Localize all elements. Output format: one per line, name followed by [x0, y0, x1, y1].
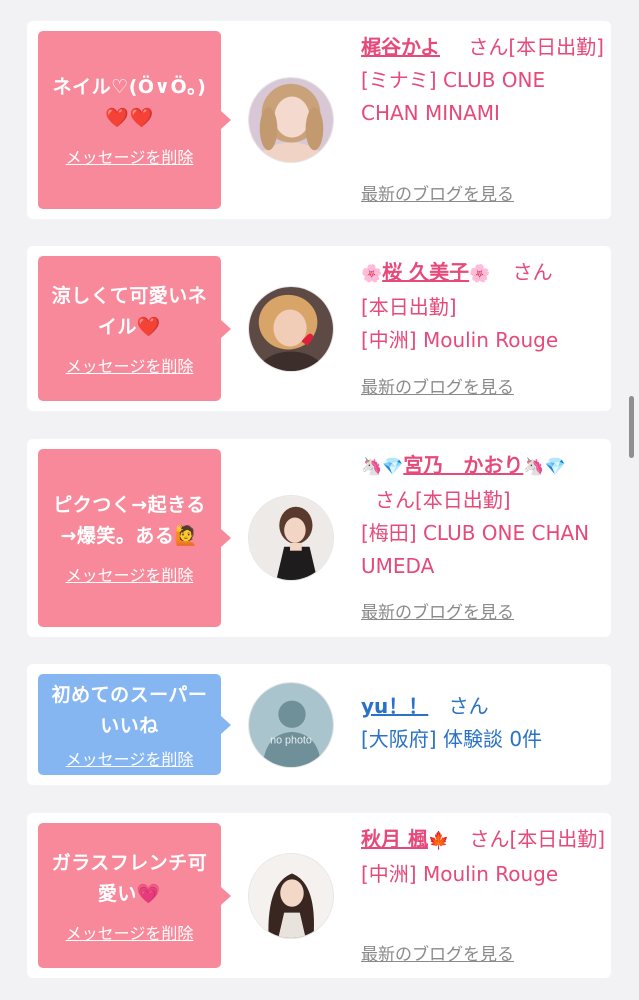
message-text: ガラスフレンチ可愛い💗: [51, 851, 208, 905]
message-bubble: ピクつく→起きる→爆笑。ある🙋 メッセージを削除: [38, 449, 231, 627]
status-text: [本日出勤]: [508, 35, 604, 59]
no-photo-text: no photo: [270, 735, 312, 747]
shop-text: [中洲] Moulin Rouge: [361, 862, 559, 886]
cast-info: yu！！ さん [大阪府] 体験談 0件: [361, 690, 606, 756]
cast-name-text: 桜 久美子: [382, 260, 470, 284]
message-text: 初めてのスーパーいいね: [51, 683, 208, 737]
name-suffix-emoji: 🍁: [427, 831, 450, 851]
status-text: [本日出勤]: [415, 488, 511, 512]
list-item: 初めてのスーパーいいね メッセージを削除 no photo yu！！ さん [大…: [27, 664, 611, 785]
avatar[interactable]: [248, 286, 334, 372]
avatar[interactable]: no photo: [248, 682, 334, 768]
status-text: [本日出勤]: [509, 827, 606, 851]
woman-side-photo-icon: [249, 496, 333, 580]
cast-name-text: 秋月 楓: [361, 827, 428, 851]
delete-message-link[interactable]: メッセージを削除: [66, 353, 194, 377]
woman-heart-photo-icon: [249, 287, 333, 371]
woman-blonde-photo-icon: [249, 78, 333, 162]
list-item: 涼しくて可愛いネイル❤️ メッセージを削除 🌸桜 久美子🌸 さん [本日出勤] …: [27, 246, 611, 411]
message-bubble: ネイル♡(Ö∨Ö。)❤️❤️ メッセージを削除: [38, 31, 231, 209]
name-suffix-emoji: 🌸: [469, 264, 491, 284]
blog-link[interactable]: 最新のブログを見る: [361, 180, 514, 205]
avatar[interactable]: [248, 77, 334, 163]
shop-text: [梅田] CLUB ONE CHAN UMEDA: [361, 521, 590, 578]
cast-name-link[interactable]: 梶谷かよ: [361, 35, 440, 59]
delete-message-link[interactable]: メッセージを削除: [66, 746, 194, 770]
san-label: さん: [512, 260, 553, 284]
blog-link[interactable]: 最新のブログを見る: [361, 940, 514, 965]
san-label: さん: [468, 35, 509, 59]
blog-link[interactable]: 最新のブログを見る: [361, 373, 514, 398]
san-label: さん: [448, 694, 489, 718]
woman-longhair-photo-icon: [249, 854, 333, 938]
avatar[interactable]: [248, 495, 334, 581]
message-bubble: 涼しくて可愛いネイル❤️ メッセージを削除: [38, 256, 231, 401]
shop-text: [中洲] Moulin Rouge: [361, 328, 559, 352]
blog-link[interactable]: 最新のブログを見る: [361, 598, 514, 623]
delete-message-link[interactable]: メッセージを削除: [66, 144, 194, 168]
name-suffix-emoji: 🦄💎: [523, 457, 566, 477]
cast-info: 🌸桜 久美子🌸 さん [本日出勤] [中洲] Moulin Rouge: [361, 256, 606, 357]
message-text: ピクつく→起きる→爆笑。ある🙋: [53, 494, 206, 547]
cast-name-link[interactable]: 秋月 楓🍁: [361, 827, 449, 851]
list-item: ネイル♡(Ö∨Ö。)❤️❤️ メッセージを削除 梶谷かよ さん[本日出勤] [ミ…: [27, 21, 611, 219]
delete-message-link[interactable]: メッセージを削除: [66, 562, 194, 586]
no-photo-silhouette-icon: no photo: [249, 683, 333, 767]
shop-text: [大阪府] 体験談 0件: [361, 727, 543, 751]
cast-info: 梶谷かよ さん[本日出勤] [ミナミ] CLUB ONE CHAN MINAMI: [361, 31, 606, 130]
list-item: ガラスフレンチ可愛い💗 メッセージを削除 秋月 楓🍁 さん[本日出勤] [中洲]…: [27, 813, 611, 978]
name-prefix-emoji: 🦄💎: [361, 457, 404, 477]
list-item: ピクつく→起きる→爆笑。ある🙋 メッセージを削除 🦄💎宮乃 かおり🦄💎 さん[本…: [27, 439, 611, 637]
cast-name-link[interactable]: 🦄💎宮乃 かおり🦄💎: [361, 453, 566, 477]
cast-name-link[interactable]: 🌸桜 久美子🌸: [361, 260, 490, 284]
san-label: さん: [375, 488, 415, 512]
cast-info: 秋月 楓🍁 さん[本日出勤] [中洲] Moulin Rouge: [361, 823, 606, 891]
scrollbar[interactable]: [629, 396, 634, 458]
cast-name-link[interactable]: yu！！: [361, 694, 428, 718]
san-label: さん: [469, 827, 510, 851]
name-prefix-emoji: 🌸: [361, 264, 383, 284]
cast-info: 🦄💎宮乃 かおり🦄💎 さん[本日出勤] [梅田] CLUB ONE CHAN U…: [361, 449, 606, 583]
message-bubble: 初めてのスーパーいいね メッセージを削除: [38, 674, 231, 775]
avatar[interactable]: [248, 853, 334, 939]
cast-name-text: 宮乃 かおり: [403, 453, 524, 477]
shop-text: [ミナミ] CLUB ONE CHAN MINAMI: [361, 68, 546, 125]
delete-message-link[interactable]: メッセージを削除: [66, 920, 194, 944]
status-text: [本日出勤]: [361, 295, 457, 319]
message-text: 涼しくて可愛いネイル❤️: [51, 284, 208, 338]
message-text: ネイル♡(Ö∨Ö。)❤️❤️: [52, 76, 207, 129]
message-bubble: ガラスフレンチ可愛い💗 メッセージを削除: [38, 823, 231, 968]
